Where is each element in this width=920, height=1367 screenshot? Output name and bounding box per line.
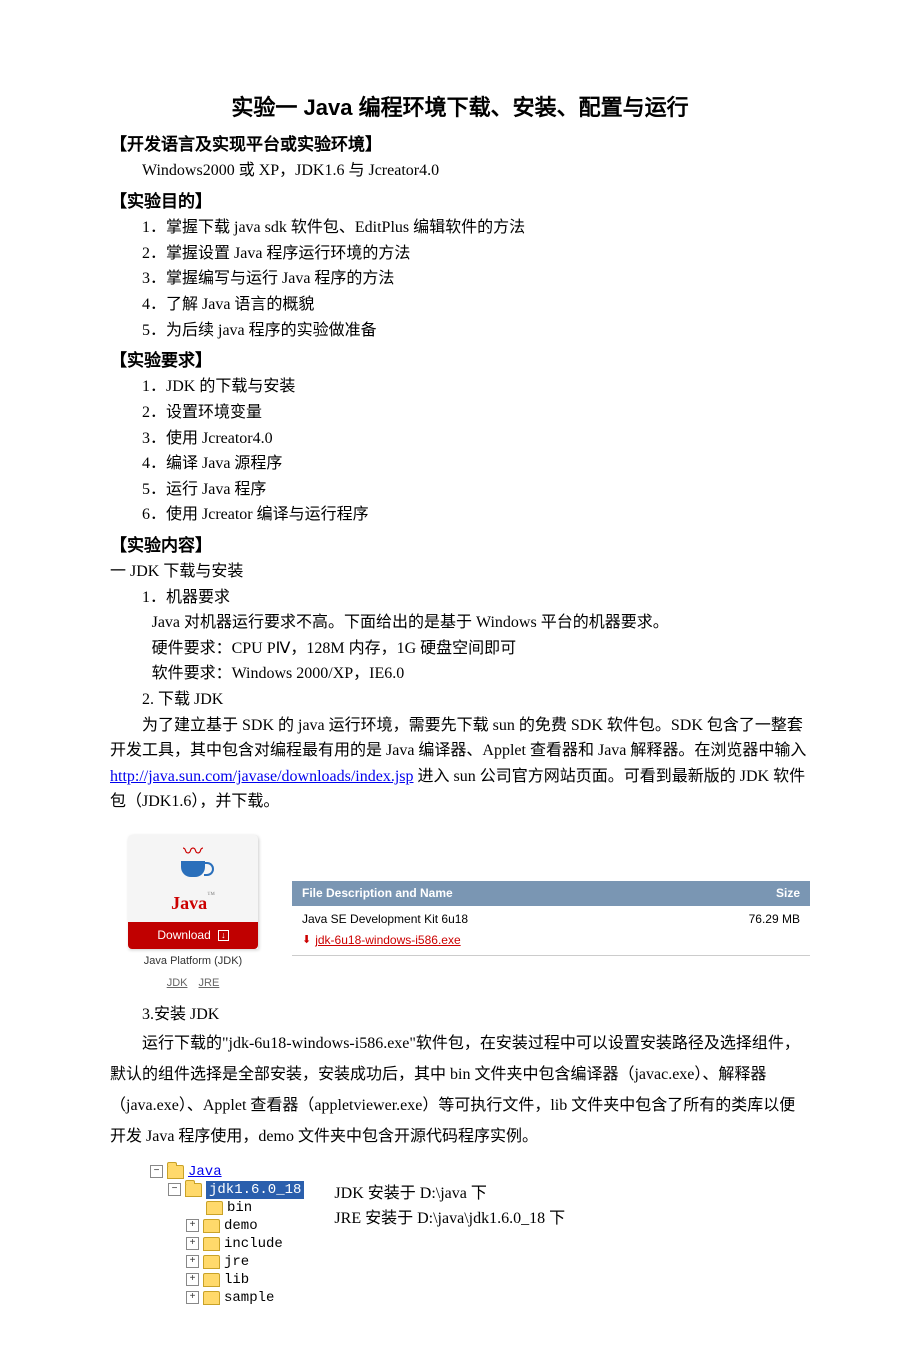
expand-icon[interactable]: +: [186, 1273, 199, 1286]
section-content-head: 【实验内容】: [110, 532, 810, 559]
expand-icon[interactable]: +: [186, 1291, 199, 1304]
download-figure: 〰 Java™ Download ↓ Java Platform (JDK) J…: [128, 835, 810, 992]
expand-icon[interactable]: +: [186, 1219, 199, 1232]
tree-root[interactable]: Java: [188, 1163, 222, 1181]
goal-item: 5．为后续 java 程序的实验做准备: [110, 318, 810, 344]
collapse-icon[interactable]: −: [168, 1183, 181, 1196]
download-button[interactable]: Download ↓: [128, 922, 258, 949]
document-title: 实验一 Java 编程环境下载、安装、配置与运行: [110, 90, 810, 125]
tree-item[interactable]: demo: [224, 1217, 258, 1235]
section-req-head: 【实验要求】: [110, 347, 810, 374]
c1-1b: 硬件要求：CPU PⅣ，128M 内存，1G 硬盘空间即可: [110, 636, 810, 662]
req-item: 4．编译 Java 源程序: [110, 451, 810, 477]
folder-tree: −Java −jdk1.6.0_18 bin +demo +include +j…: [150, 1163, 304, 1307]
file-desc: Java SE Development Kit 6u18: [302, 910, 749, 929]
col-size: Size: [776, 884, 800, 903]
document-page: 实验一 Java 编程环境下载、安装、配置与运行 【开发语言及实现平台或实验环境…: [0, 0, 920, 1367]
goal-item: 1．掌握下载 java sdk 软件包、EditPlus 编辑软件的方法: [110, 215, 810, 241]
goal-item: 4．了解 Java 语言的概貌: [110, 292, 810, 318]
section-goal-head: 【实验目的】: [110, 188, 810, 215]
env-text: Windows2000 或 XP，JDK1.6 与 Jcreator4.0: [110, 158, 810, 184]
c1-1c: 软件要求：Windows 2000/XP，IE6.0: [110, 661, 810, 687]
folder-icon: [203, 1255, 220, 1269]
download-button-label: Download: [157, 928, 210, 942]
file-table: File Description and Name Size Java SE D…: [292, 881, 810, 956]
download-arrow-icon: ↓: [218, 930, 229, 941]
tree-item[interactable]: include: [224, 1235, 283, 1253]
folder-icon: [203, 1219, 220, 1233]
jdk-link[interactable]: JDK: [167, 977, 188, 989]
tree-item[interactable]: bin: [227, 1199, 252, 1217]
goal-item: 2．掌握设置 Java 程序运行环境的方法: [110, 241, 810, 267]
req-item: 2．设置环境变量: [110, 400, 810, 426]
folder-icon: [203, 1291, 220, 1305]
c1-2: 2. 下载 JDK: [110, 687, 810, 713]
file-size: 76.29 MB: [749, 910, 800, 929]
section-env-head: 【开发语言及实现平台或实验环境】: [110, 131, 810, 158]
req-item: 3．使用 Jcreator4.0: [110, 426, 810, 452]
c1-1a: Java 对机器运行要求不高。下面给出的是基于 Windows 平台的机器要求。: [110, 610, 810, 636]
c1-1: 1．机器要求: [110, 585, 810, 611]
folder-icon: [203, 1273, 220, 1287]
expand-icon[interactable]: +: [186, 1237, 199, 1250]
java-download-card: 〰 Java™ Download ↓ Java Platform (JDK) J…: [128, 835, 258, 992]
col-desc: File Description and Name: [302, 884, 453, 903]
download-file-icon: ⬇: [302, 932, 311, 950]
folder-tree-figure: −Java −jdk1.6.0_18 bin +demo +include +j…: [150, 1163, 810, 1307]
tree-notes: JDK 安装于 D:\java 下 JRE 安装于 D:\java\jdk1.6…: [334, 1163, 565, 1232]
download-url-link[interactable]: http://java.sun.com/javase/downloads/ind…: [110, 768, 414, 785]
collapse-icon[interactable]: −: [150, 1165, 163, 1178]
expand-icon[interactable]: +: [186, 1255, 199, 1268]
c1-2a-pre: 为了建立基于 SDK 的 java 运行环境，需要先下载 sun 的免费 SDK…: [110, 717, 806, 760]
req-item: 5．运行 Java 程序: [110, 477, 810, 503]
c1-3: 3.安装 JDK: [110, 1002, 810, 1028]
folder-icon: [206, 1201, 223, 1215]
req-item: 1．JDK 的下载与安装: [110, 374, 810, 400]
file-link[interactable]: jdk-6u18-windows-i586.exe: [315, 931, 460, 950]
tree-note-2: JRE 安装于 D:\java\jdk1.6.0_18 下: [334, 1206, 565, 1232]
java-cup-icon: 〰: [173, 845, 213, 889]
goal-item: 3．掌握编写与运行 Java 程序的方法: [110, 266, 810, 292]
jre-link[interactable]: JRE: [199, 977, 220, 989]
tree-selected[interactable]: jdk1.6.0_18: [206, 1181, 304, 1199]
folder-icon: [203, 1237, 220, 1251]
c1-2a: 为了建立基于 SDK 的 java 运行环境，需要先下载 sun 的免费 SDK…: [110, 713, 810, 815]
tree-note-1: JDK 安装于 D:\java 下: [334, 1181, 565, 1207]
c1-3a: 运行下载的"jdk-6u18-windows-i586.exe"软件包，在安装过…: [110, 1028, 810, 1153]
java-brand: Java: [171, 893, 207, 913]
req-item: 6．使用 Jcreator 编译与运行程序: [110, 502, 810, 528]
folder-icon: [185, 1183, 202, 1197]
content-h1: 一 JDK 下载与安装: [110, 559, 810, 585]
tree-item[interactable]: lib: [224, 1271, 249, 1289]
tree-item[interactable]: sample: [224, 1289, 274, 1307]
folder-icon: [167, 1165, 184, 1179]
java-card-caption: Java Platform (JDK): [128, 953, 258, 971]
tree-item[interactable]: jre: [224, 1253, 249, 1271]
